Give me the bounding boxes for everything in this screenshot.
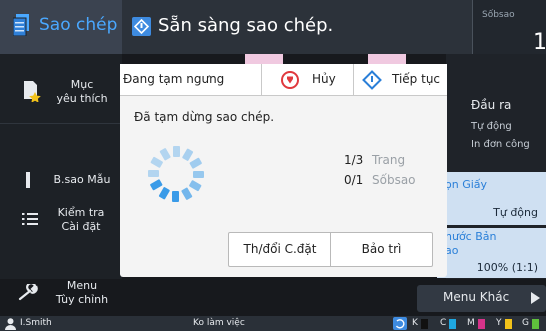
menu-check-settings-label: Kiểm tra Cài đặt [57, 206, 105, 233]
ink-g-label: G [522, 318, 529, 328]
menu-favorites-label: Mục yêu thích [56, 78, 108, 105]
refresh-icon[interactable] [393, 317, 407, 330]
sample-copy-icon [26, 172, 30, 188]
header-bar: Sao chép Sẵn sàng sao chép. [0, 0, 546, 54]
reduce-enlarge-button[interactable]: hước Bản ao 100% (1:1) [437, 228, 546, 278]
resume-button[interactable]: Tiếp tục [353, 64, 447, 96]
menu-item-favorites[interactable]: Mục yêu thích [0, 54, 122, 124]
copies-caption: Sốbsao [482, 10, 515, 20]
paper-select-value: Tự động [493, 206, 538, 219]
ink-m-level [478, 319, 485, 329]
change-settings-label: Th/đổi C.đặt [243, 242, 317, 256]
paused-dialog: Đang tạm ngưng Hủy Tiếp tục Đã tạm dừng … [120, 64, 447, 277]
ink-y-label: Y [496, 318, 502, 328]
page-count: 1/3 [344, 153, 364, 167]
more-menu-label: Menu Khác [443, 290, 510, 304]
copy-icon [13, 14, 29, 36]
loading-spinner-icon [148, 146, 204, 202]
copy-label: Sốbsao [372, 173, 416, 187]
paper-select-title: ọn Giấy [445, 178, 488, 191]
ink-c-label: C [440, 318, 447, 328]
resume-icon [362, 70, 382, 90]
output-auto: Tự động [471, 121, 512, 132]
copy-count: 0/1 [344, 173, 364, 187]
dialog-title: Đang tạm ngưng [123, 72, 225, 86]
resume-label: Tiếp tục [392, 72, 441, 86]
menu-item-sample-copy[interactable]: B.sao Mẫu [0, 166, 122, 192]
ink-g-level [532, 319, 539, 329]
change-settings-button[interactable]: Th/đổi C.đặt [229, 233, 331, 266]
menu-custom-label: Menu Tùy chỉnh [55, 279, 109, 306]
copies-value: 1 [533, 30, 546, 55]
ink-m-label: M [467, 318, 475, 328]
menu-sample-copy-label: B.sao Mẫu [53, 173, 111, 186]
copy-mode-tab[interactable]: Sao chép [0, 0, 122, 54]
ready-icon [132, 17, 151, 36]
machine-state: Ko làm việc [193, 318, 245, 328]
maintenance-button[interactable]: Bảo trì [331, 233, 432, 266]
wrench-icon [18, 284, 38, 301]
menu-item-custom-menu[interactable]: Menu Tùy chỉnh [0, 276, 122, 312]
reduce-enlarge-value: 100% (1:1) [476, 261, 538, 274]
status-text: Sẵn sàng sao chép. [158, 15, 334, 36]
paused-message: Đã tạm dừng sao chép. [134, 110, 275, 124]
ink-c-level [449, 319, 456, 329]
status-bar: I.Smith Ko làm việc K C M Y G [0, 316, 546, 331]
cancel-label: Hủy [312, 72, 336, 86]
paper-select-button[interactable]: ọn Giấy Tự động [437, 172, 546, 225]
ink-y-level [505, 319, 512, 329]
page-label: Trang [372, 153, 406, 167]
output-title: Đầu ra [471, 98, 512, 112]
stop-icon [281, 71, 299, 89]
user-icon [5, 318, 16, 330]
ink-k-level [421, 319, 428, 329]
copy-screen: Sao chép Sẵn sàng sao chép. Sốbsao 1 Mục… [0, 0, 546, 331]
ink-k-label: K [412, 318, 418, 328]
reduce-enlarge-title: hước Bản ao [445, 230, 497, 257]
left-menu: Mục yêu thích B.sao Mẫu Kiểm tra Cài đặt [0, 54, 122, 306]
favorite-doc-icon [24, 81, 41, 102]
menu-item-check-settings[interactable]: Kiểm tra Cài đặt [0, 202, 122, 242]
user-name: I.Smith [20, 318, 52, 328]
output-simplex: In đơn công [471, 139, 530, 150]
list-icon [22, 213, 38, 225]
copy-mode-label: Sao chép [39, 15, 118, 35]
more-menu-button[interactable]: Menu Khác [417, 285, 546, 312]
cancel-button[interactable]: Hủy [261, 64, 353, 96]
dialog-action-buttons: Th/đổi C.đặt Bảo trì [228, 232, 433, 267]
arrow-right-icon [531, 292, 540, 304]
dialog-header: Đang tạm ngưng Hủy Tiếp tục [120, 64, 447, 96]
maintenance-label: Bảo trì [361, 242, 402, 256]
